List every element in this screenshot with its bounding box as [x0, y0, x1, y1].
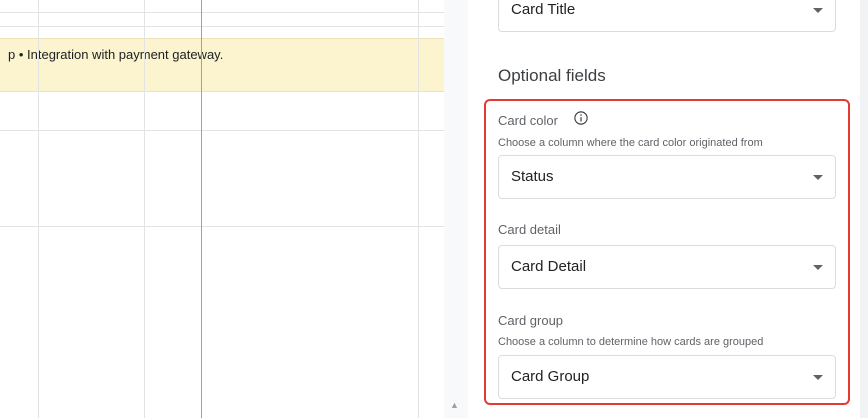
card-group-help: Choose a column to determine how cards a…: [498, 336, 764, 348]
card-title-select-value: Card Title: [511, 1, 576, 18]
card-detail-select[interactable]: Card Detail: [498, 245, 836, 289]
card-group-label: Card group: [498, 313, 564, 328]
grid-row-line: [0, 130, 444, 131]
scroll-gutter: ▲: [444, 0, 468, 418]
card-color-help: Choose a column where the card color ori…: [498, 137, 763, 149]
card-color-label: Card color: [498, 113, 558, 128]
row-cell-text[interactable]: p • Integration with payment gateway.: [8, 47, 223, 62]
card-color-select[interactable]: Status: [498, 155, 836, 199]
card-group-select-value: Card Group: [511, 368, 590, 385]
chevron-down-icon: [813, 175, 823, 180]
card-title-select[interactable]: Card Title: [498, 0, 836, 32]
optional-fields-heading: Optional fields: [498, 66, 606, 85]
side-panel: Card Title Optional fields Card color Ch…: [468, 0, 860, 418]
card-detail-select-value: Card Detail: [511, 258, 587, 275]
grid-column-line: [144, 0, 145, 418]
spreadsheet-grid[interactable]: p • Integration with payment gateway.: [0, 0, 444, 418]
grid-row-line: [0, 26, 444, 27]
grid-column-line: [38, 0, 39, 418]
chevron-down-icon: [813, 8, 823, 13]
card-group-select[interactable]: Card Group: [498, 355, 836, 399]
card-color-select-value: Status: [511, 168, 554, 185]
panel-scrollbar[interactable]: [860, 0, 868, 418]
scroll-up-arrow-icon[interactable]: ▲: [450, 400, 459, 410]
chevron-down-icon: [813, 375, 823, 380]
card-detail-label: Card detail: [498, 222, 561, 237]
grid-row-line: [0, 226, 444, 227]
grid-column-line: [418, 0, 419, 418]
chevron-down-icon: [813, 265, 823, 270]
selected-column-line: [201, 0, 202, 418]
info-icon[interactable]: [574, 111, 588, 125]
grid-row-line: [0, 12, 444, 13]
